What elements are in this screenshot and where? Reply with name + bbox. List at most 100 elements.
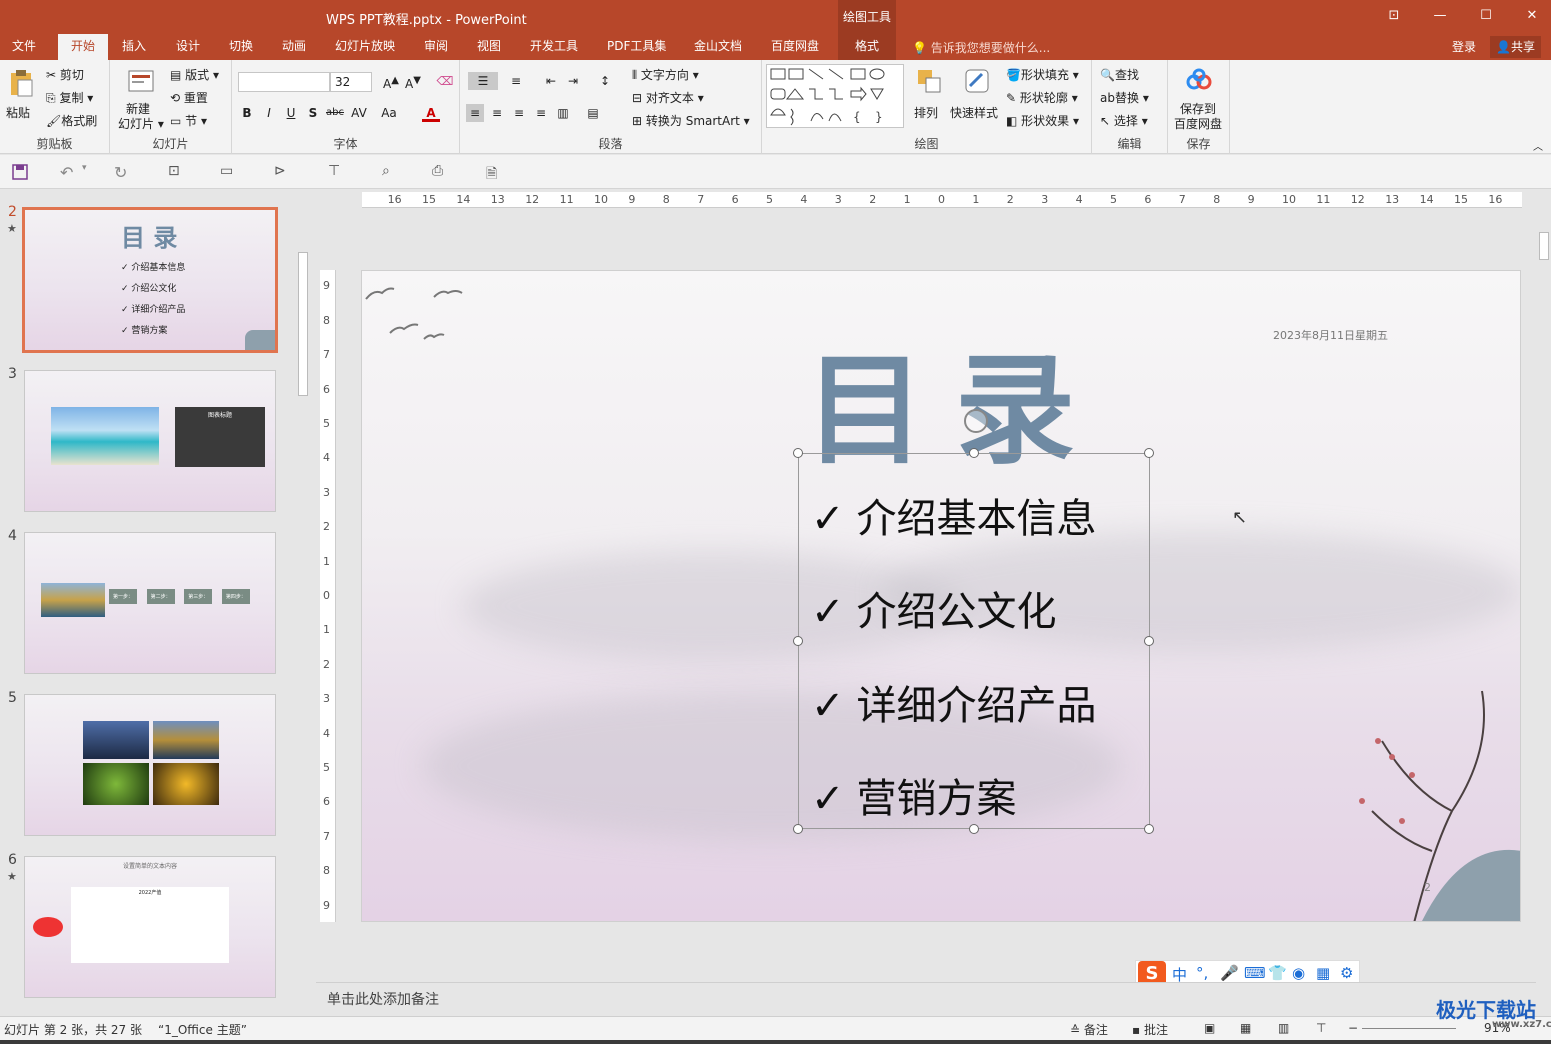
section-button[interactable]: ▭ 节 ▾ bbox=[170, 112, 207, 129]
thumbnail-scrollbar[interactable] bbox=[296, 190, 310, 1016]
justify-icon[interactable]: ≡ bbox=[532, 104, 550, 122]
redo-icon[interactable]: ↻ bbox=[114, 163, 132, 182]
save-icon[interactable] bbox=[11, 163, 29, 181]
new-slide-button[interactable]: 新建 幻灯片 ▾ bbox=[116, 66, 166, 132]
slide-thumbnail-2[interactable]: 目 录 ✓ 介绍基本信息 ✓ 介绍公文化 ✓ 详细介绍产品 ✓ 营销方案 bbox=[22, 207, 278, 353]
bullet-item[interactable]: ✓ 详细介绍产品 bbox=[811, 673, 1097, 731]
editor-scrollbar[interactable] bbox=[1537, 190, 1551, 980]
tab-file[interactable]: 文件 bbox=[6, 34, 42, 60]
game-icon[interactable]: ◉ bbox=[1292, 964, 1305, 982]
strikethrough-icon[interactable]: abc bbox=[326, 104, 344, 122]
numbering-icon[interactable]: ≡ bbox=[502, 72, 530, 90]
tab-insert[interactable]: 插入 bbox=[116, 34, 152, 60]
font-size-select[interactable]: 32 bbox=[330, 72, 372, 92]
resize-handle[interactable] bbox=[1144, 824, 1154, 834]
distribute-icon[interactable]: ▥ bbox=[554, 104, 572, 122]
tab-slideshow[interactable]: 幻灯片放映 bbox=[329, 34, 401, 60]
tab-view[interactable]: 视图 bbox=[471, 34, 507, 60]
shapes-gallery[interactable]: {} bbox=[766, 64, 904, 128]
italic-icon[interactable]: I bbox=[260, 104, 278, 122]
bullet-item[interactable]: ✓ 营销方案 bbox=[811, 766, 1017, 824]
grow-font-icon[interactable]: A▲ bbox=[382, 72, 400, 91]
align-right-icon[interactable]: ≡ bbox=[510, 104, 528, 122]
tab-format[interactable]: 格式 bbox=[838, 34, 896, 60]
reset-button[interactable]: ⟲ 重置 bbox=[170, 89, 208, 106]
textbox-icon[interactable]: ▭ bbox=[220, 163, 238, 181]
slide-canvas[interactable]: 目录 2023年8月11日星期五 2 ✓ 介绍基本信息 ✓ 介绍公文化 ✓ 详细介绍产… bbox=[361, 270, 1521, 922]
quick-styles-button[interactable]: 快速样式 bbox=[950, 66, 1000, 132]
shadow-icon[interactable]: S bbox=[304, 104, 322, 122]
increase-indent-icon[interactable]: ⇥ bbox=[564, 72, 582, 90]
slide-thumbnail-3[interactable]: 图表标题 bbox=[24, 370, 276, 512]
align-center-icon[interactable]: ≡ bbox=[488, 104, 506, 122]
print-preview-icon[interactable]: ⌕ bbox=[382, 163, 400, 181]
maximize-icon[interactable]: ☐ bbox=[1476, 6, 1496, 26]
cut-button[interactable]: ✂ 剪切 bbox=[46, 66, 84, 83]
bullet-textbox[interactable]: ✓ 介绍基本信息 ✓ 介绍公文化 ✓ 详细介绍产品 ✓ 营销方案 bbox=[793, 448, 1154, 834]
align-left-icon[interactable]: ≡ bbox=[466, 104, 484, 122]
settings-icon[interactable]: ⚙ bbox=[1340, 964, 1353, 982]
bold-icon[interactable]: B bbox=[238, 104, 256, 122]
tab-home[interactable]: 开始 bbox=[58, 34, 108, 60]
change-case-icon[interactable]: Aa bbox=[380, 104, 398, 122]
slide-thumbnail-6[interactable]: 设置简单的文本内容 2022产值 bbox=[24, 856, 276, 998]
present-icon[interactable]: ⊳ bbox=[274, 163, 292, 181]
microphone-icon[interactable]: 🎤 bbox=[1220, 964, 1239, 982]
arrange-button[interactable]: 排列 bbox=[910, 66, 948, 132]
font-color-icon[interactable]: A bbox=[422, 104, 440, 122]
slide-date[interactable]: 2023年8月11日星期五 bbox=[1273, 327, 1388, 343]
rotate-handle-icon[interactable] bbox=[964, 409, 988, 433]
tab-pdf-tools[interactable]: PDF工具集 bbox=[601, 34, 672, 60]
reading-view-icon[interactable]: ▥ bbox=[1278, 1021, 1289, 1035]
close-icon[interactable]: ✕ bbox=[1522, 6, 1542, 26]
tab-review[interactable]: 审阅 bbox=[418, 34, 454, 60]
shape-fill-button[interactable]: 🪣形状填充 ▾ bbox=[1006, 66, 1079, 83]
font-name-select[interactable] bbox=[238, 72, 330, 92]
from-start-icon[interactable]: ⊡ bbox=[168, 163, 186, 181]
print-icon[interactable]: ⎙ bbox=[432, 163, 450, 181]
scrollbar-thumb[interactable] bbox=[1539, 232, 1549, 260]
tell-me-box[interactable]: 💡 告诉我您想要做什么... bbox=[912, 39, 1050, 56]
resize-handle[interactable] bbox=[969, 448, 979, 458]
tab-baidu-pan[interactable]: 百度网盘 bbox=[765, 34, 825, 60]
tab-kdocs[interactable]: 金山文档 bbox=[688, 34, 748, 60]
resize-handle[interactable] bbox=[1144, 448, 1154, 458]
bullet-item[interactable]: ✓ 介绍基本信息 bbox=[811, 486, 1097, 544]
find-button[interactable]: 🔍查找 bbox=[1100, 66, 1139, 83]
shape-outline-button[interactable]: ✎ 形状轮廓 ▾ bbox=[1006, 89, 1078, 106]
decrease-indent-icon[interactable]: ⇤ bbox=[542, 72, 560, 90]
line-spacing-icon[interactable]: ↕ bbox=[596, 72, 614, 90]
punctuation-icon[interactable]: °, bbox=[1196, 964, 1208, 982]
shape-effects-button[interactable]: ◧ 形状效果 ▾ bbox=[1006, 112, 1079, 129]
paste-button[interactable]: 粘贴 bbox=[4, 66, 38, 128]
columns-icon[interactable]: ▤ bbox=[584, 104, 602, 122]
tab-design[interactable]: 设计 bbox=[170, 34, 206, 60]
scrollbar-thumb[interactable] bbox=[298, 252, 308, 396]
clear-format-icon[interactable]: ⌫ bbox=[436, 72, 454, 90]
notes-pane[interactable]: 单击此处添加备注 bbox=[316, 982, 1536, 1016]
format-painter-button[interactable]: 🖌格式刷 bbox=[46, 112, 97, 129]
sorter-view-icon[interactable]: ▦ bbox=[1240, 1021, 1251, 1035]
align-text-button[interactable]: ⊟ 对齐文本 ▾ bbox=[632, 89, 704, 106]
normal-view-icon[interactable]: ▣ bbox=[1204, 1021, 1215, 1035]
select-button[interactable]: ↖ 选择 ▾ bbox=[1100, 112, 1148, 129]
tab-transitions[interactable]: 切换 bbox=[223, 34, 259, 60]
save-to-baidu-button[interactable]: 保存到 百度网盘 bbox=[1172, 66, 1226, 132]
collapse-ribbon-icon[interactable]: ︿ bbox=[1533, 138, 1543, 153]
copy-button[interactable]: ⎘ 复制 ▾ bbox=[46, 89, 93, 106]
ribbon-display-icon[interactable]: ⊡ bbox=[1384, 6, 1404, 26]
document-icon[interactable]: 🗎 bbox=[486, 163, 504, 182]
minimize-icon[interactable]: — bbox=[1430, 6, 1450, 26]
resize-handle[interactable] bbox=[793, 636, 803, 646]
slideshow-view-icon[interactable]: ⊤ bbox=[1316, 1021, 1326, 1035]
layout-button[interactable]: ▤ 版式 ▾ bbox=[170, 66, 219, 83]
skin-icon[interactable]: 👕 bbox=[1268, 964, 1287, 982]
undo-icon[interactable]: ↶ bbox=[60, 163, 78, 182]
text-direction-button[interactable]: ⫴ 文字方向 ▾ bbox=[632, 66, 699, 83]
zoom-out-icon[interactable]: − bbox=[1348, 1021, 1358, 1035]
smartart-button[interactable]: ⊞ 转换为 SmartArt ▾ bbox=[632, 112, 750, 129]
notes-button[interactable]: ≙ 备注 bbox=[1070, 1021, 1108, 1038]
notes-placeholder[interactable]: 单击此处添加备注 bbox=[327, 989, 439, 1009]
keyboard-icon[interactable]: ⌨ bbox=[1244, 964, 1266, 982]
share-button[interactable]: 👤共享 bbox=[1490, 36, 1541, 58]
